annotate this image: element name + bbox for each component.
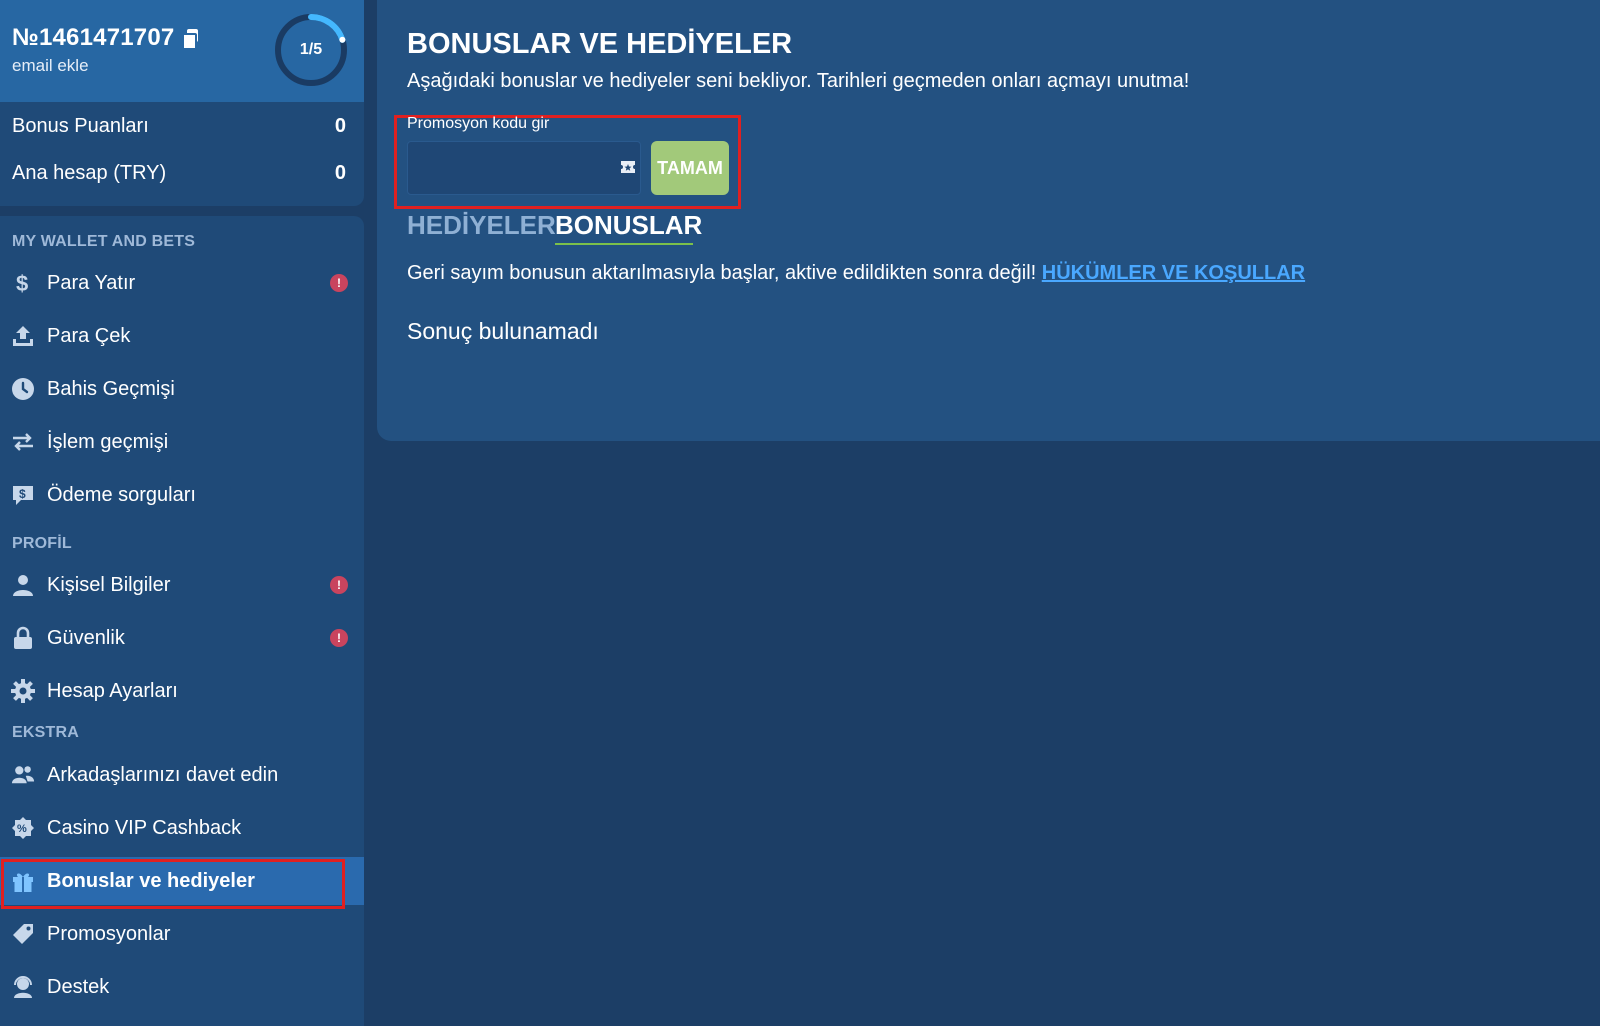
- section-title-extra: EKSTRA: [12, 724, 79, 741]
- sidebar-item-label: Güvenlik: [47, 626, 125, 649]
- users-icon: [11, 763, 35, 787]
- alert-icon: !: [330, 576, 348, 594]
- svg-text:$: $: [16, 271, 28, 295]
- ticket-icon: [621, 161, 635, 173]
- sidebar-item-label: Destek: [47, 975, 110, 998]
- sidebar-item-account-settings[interactable]: Hesap Ayarları: [0, 667, 364, 715]
- add-email-link[interactable]: email ekle: [12, 56, 89, 76]
- main-account-label: Ana hesap (TRY): [12, 161, 167, 184]
- sidebar-item-deposit[interactable]: $ Para Yatır !: [0, 259, 364, 307]
- sidebar-item-bonuses-gifts[interactable]: Bonuslar ve hediyeler: [0, 857, 364, 905]
- sidebar-item-support[interactable]: Destek: [0, 963, 364, 1011]
- profile-progress-label: 1/5: [299, 41, 323, 58]
- lock-icon: [11, 626, 35, 650]
- account-header: №1461471707 email ekle 1/5: [0, 0, 364, 102]
- sidebar-item-promotions[interactable]: Promosyonlar: [0, 910, 364, 958]
- sidebar-item-personal-info[interactable]: Kişisel Bilgiler !: [0, 561, 364, 609]
- tag-icon: [11, 922, 35, 946]
- promo-code-input[interactable]: [407, 141, 641, 195]
- page-subtitle: Aşağıdaki bonuslar ve hediyeler seni bek…: [407, 70, 1190, 92]
- section-title-profile: PROFİL: [12, 535, 72, 552]
- account-id: №1461471707: [12, 24, 199, 52]
- submit-promo-button[interactable]: TAMAM: [651, 141, 729, 195]
- sidebar-item-label: Kişisel Bilgiler: [47, 573, 171, 596]
- account-number: №1461471707: [12, 24, 175, 51]
- upload-icon: [11, 324, 35, 348]
- sidebar-item-label: Bahis Geçmişi: [47, 377, 175, 400]
- notice-text: Geri sayım bonusun aktarılmasıyla başlar…: [407, 262, 1042, 284]
- gift-icon: [11, 869, 35, 893]
- main-account-value: 0: [334, 161, 346, 184]
- sidebar-item-label: Arkadaşlarınızı davet edin: [47, 763, 279, 786]
- promo-code-label: Promosyon kodu gir: [407, 115, 550, 132]
- svg-text:%: %: [17, 823, 27, 835]
- tab-gifts[interactable]: HEDİYELER: [407, 210, 556, 241]
- sidebar-item-payment-queries[interactable]: $ Ödeme sorguları: [0, 471, 364, 519]
- headset-icon: [11, 975, 35, 999]
- page-title: BONUSLAR VE HEDİYELER: [407, 28, 793, 60]
- sidebar-item-label: Para Yatır: [47, 271, 136, 294]
- dollar-icon: $: [11, 271, 35, 295]
- tab-bonuses[interactable]: BONUSLAR: [555, 210, 702, 241]
- bonuses-panel: BONUSLAR VE HEDİYELER Aşağıdaki bonuslar…: [377, 0, 1600, 441]
- active-tab-indicator: [555, 243, 693, 245]
- svg-text:$: $: [19, 487, 26, 501]
- sidebar-item-invite-friends[interactable]: Arkadaşlarınızı davet edin: [0, 751, 364, 799]
- sidebar-item-label: Para Çek: [47, 324, 131, 347]
- section-title-wallet: MY WALLET AND BETS: [12, 233, 196, 250]
- bonus-points-label: Bonus Puanları: [12, 114, 149, 137]
- chat-dollar-icon: $: [11, 483, 35, 507]
- alert-icon: !: [330, 274, 348, 292]
- copy-icon[interactable]: [182, 29, 199, 50]
- sidebar-item-bet-history[interactable]: Bahis Geçmişi: [0, 365, 364, 413]
- sidebar-item-withdraw[interactable]: Para Çek: [0, 312, 364, 360]
- terms-link[interactable]: HÜKÜMLER VE KOŞULLAR: [1042, 262, 1305, 284]
- sidebar-item-label: Promosyonlar: [47, 922, 171, 945]
- sidebar-item-label: Hesap Ayarları: [47, 679, 178, 702]
- bonus-points-row: Bonus Puanları 0: [0, 106, 364, 146]
- sidebar-item-vip-cashback[interactable]: % Casino VIP Cashback: [0, 804, 364, 852]
- sidebar-item-label: Ödeme sorguları: [47, 483, 196, 506]
- empty-state-message: Sonuç bulunamadı: [407, 318, 599, 344]
- account-card: №1461471707 email ekle 1/5 Bonus Puanlar…: [0, 0, 364, 206]
- sidebar: №1461471707 email ekle 1/5 Bonus Puanlar…: [0, 0, 364, 1026]
- sidebar-item-transactions[interactable]: İşlem geçmişi: [0, 418, 364, 466]
- sidebar-item-security[interactable]: Güvenlik !: [0, 614, 364, 662]
- alert-icon: !: [330, 629, 348, 647]
- gear-icon: [11, 679, 35, 703]
- sidebar-item-label: İşlem geçmişi: [47, 430, 169, 453]
- user-icon: [11, 573, 35, 597]
- sidebar-item-label: Casino VIP Cashback: [47, 816, 242, 839]
- percent-badge-icon: %: [11, 816, 35, 840]
- clock-icon: [11, 377, 35, 401]
- countdown-notice: Geri sayım bonusun aktarılmasıyla başlar…: [407, 262, 1305, 285]
- bonus-points-value: 0: [334, 114, 346, 137]
- sidebar-item-label: Bonuslar ve hediyeler: [47, 869, 255, 892]
- swap-arrows-icon: [11, 430, 35, 454]
- main-account-row: Ana hesap (TRY) 0: [0, 153, 364, 193]
